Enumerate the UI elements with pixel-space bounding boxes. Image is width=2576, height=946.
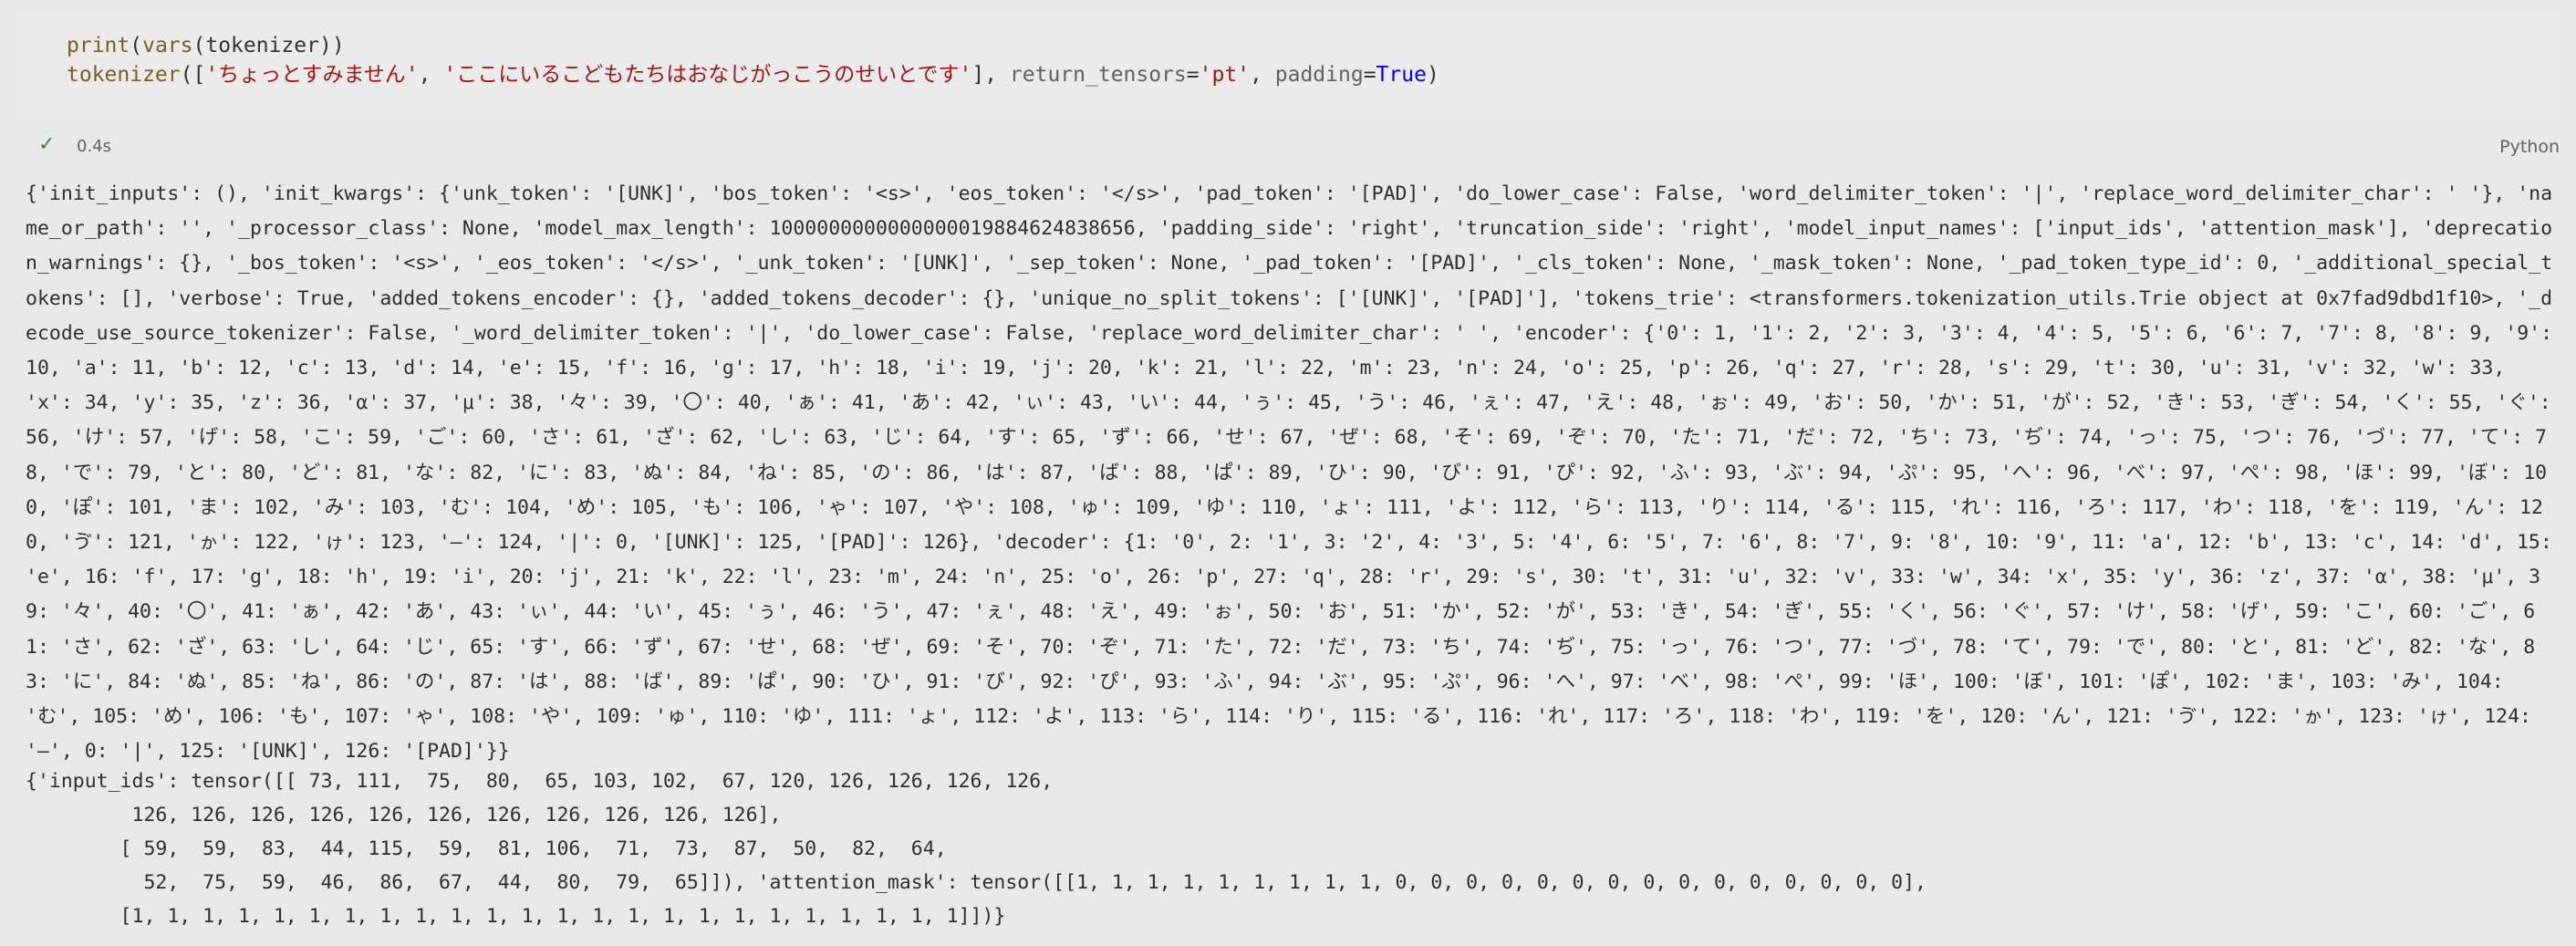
notebook-cell: print(vars(tokenizer)) tokenizer(['ちょっとす… bbox=[0, 0, 2576, 946]
success-check-icon: ✓ bbox=[38, 133, 56, 156]
code-editor[interactable]: print(vars(tokenizer)) tokenizer(['ちょっとす… bbox=[16, 13, 2560, 120]
comma: , bbox=[418, 63, 444, 87]
param-return-tensors: return_tensors bbox=[1009, 63, 1187, 87]
cell-output-vars: {'init_inputs': (), 'init_kwargs': {'unk… bbox=[26, 182, 2564, 764]
value-true: True bbox=[1376, 63, 1427, 87]
vars-call: vars bbox=[142, 34, 193, 57]
string-literal-1: 'ちょっとすみません' bbox=[205, 63, 419, 87]
close-bracket: ], bbox=[971, 63, 1010, 87]
param-padding: padding bbox=[1274, 63, 1364, 87]
equals-1: = bbox=[1186, 63, 1200, 87]
tokenizer-call: tokenizer bbox=[67, 63, 181, 87]
comma-2: , bbox=[1250, 63, 1275, 87]
cell-status-bar: ✓ 0.4s Python bbox=[16, 131, 2560, 162]
code-line-1[interactable]: print(vars(tokenizer)) bbox=[67, 31, 345, 60]
equals-2: = bbox=[1363, 63, 1376, 87]
code-line-2[interactable]: tokenizer(['ちょっとすみません', 'ここにいるこどもたちはおなじが… bbox=[67, 60, 1439, 89]
cell-output-tensors: {'input_ids': tensor([[ 73, 111, 75, 80,… bbox=[26, 770, 1927, 928]
close-paren: ) bbox=[1426, 63, 1439, 87]
print-call: print bbox=[67, 34, 130, 57]
open-bracket: ([ bbox=[180, 63, 206, 87]
open-paren: ( bbox=[130, 34, 143, 57]
value-pt: 'pt' bbox=[1199, 63, 1251, 87]
execution-time: 0.4s bbox=[77, 137, 112, 156]
language-selector[interactable]: Python bbox=[2499, 137, 2560, 157]
string-literal-2: 'ここにいるこどもたちはおなじがっこうのせいとです' bbox=[443, 63, 972, 87]
vars-arg: (tokenizer)) bbox=[192, 34, 345, 57]
